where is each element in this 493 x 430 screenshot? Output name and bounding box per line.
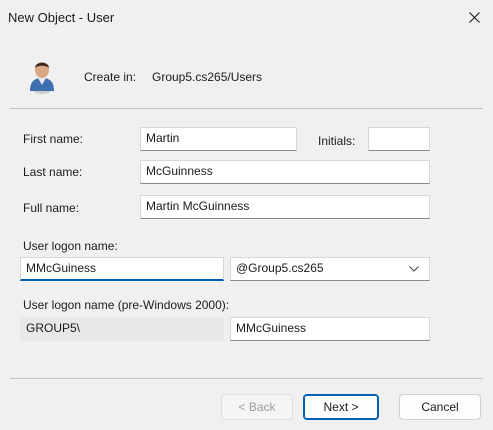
user-logon-name-field[interactable]: MMcGuiness (20, 257, 224, 281)
title-bar: New Object - User (0, 0, 493, 36)
window-title: New Object - User (8, 10, 115, 25)
last-name-field[interactable]: McGuinness (140, 160, 430, 184)
close-icon (469, 12, 480, 23)
upn-suffix-value: @Group5.cs265 (236, 261, 324, 275)
pre-windows-2000-logon-field[interactable]: MMcGuiness (230, 317, 430, 341)
create-in-label: Create in: (84, 70, 137, 84)
pre-windows-2000-domain-field: GROUP5\ (20, 317, 224, 341)
pre-windows-2000-label: User logon name (pre-Windows 2000): (23, 298, 230, 312)
first-name-label: First name: (23, 132, 84, 146)
separator-top (10, 108, 483, 109)
full-name-label: Full name: (23, 201, 80, 215)
next-button[interactable]: Next > (303, 394, 379, 420)
back-button[interactable]: < Back (221, 394, 293, 420)
user-logon-name-label: User logon name: (23, 239, 118, 253)
first-name-field[interactable]: Martin (140, 127, 297, 151)
chevron-down-icon (409, 266, 419, 272)
initials-field[interactable] (368, 127, 430, 151)
create-in-path: Group5.cs265/Users (152, 70, 263, 84)
last-name-label: Last name: (23, 165, 83, 179)
separator-bottom (10, 378, 483, 379)
user-icon (30, 62, 54, 94)
upn-suffix-select[interactable]: @Group5.cs265 (230, 257, 430, 281)
close-button[interactable] (455, 0, 493, 36)
cancel-button[interactable]: Cancel (399, 394, 481, 420)
new-object-user-dialog: New Object - User Create in: Group5.cs26… (0, 0, 493, 430)
full-name-field[interactable]: Martin McGuinness (140, 195, 430, 219)
initials-label: Initials: (318, 134, 356, 148)
